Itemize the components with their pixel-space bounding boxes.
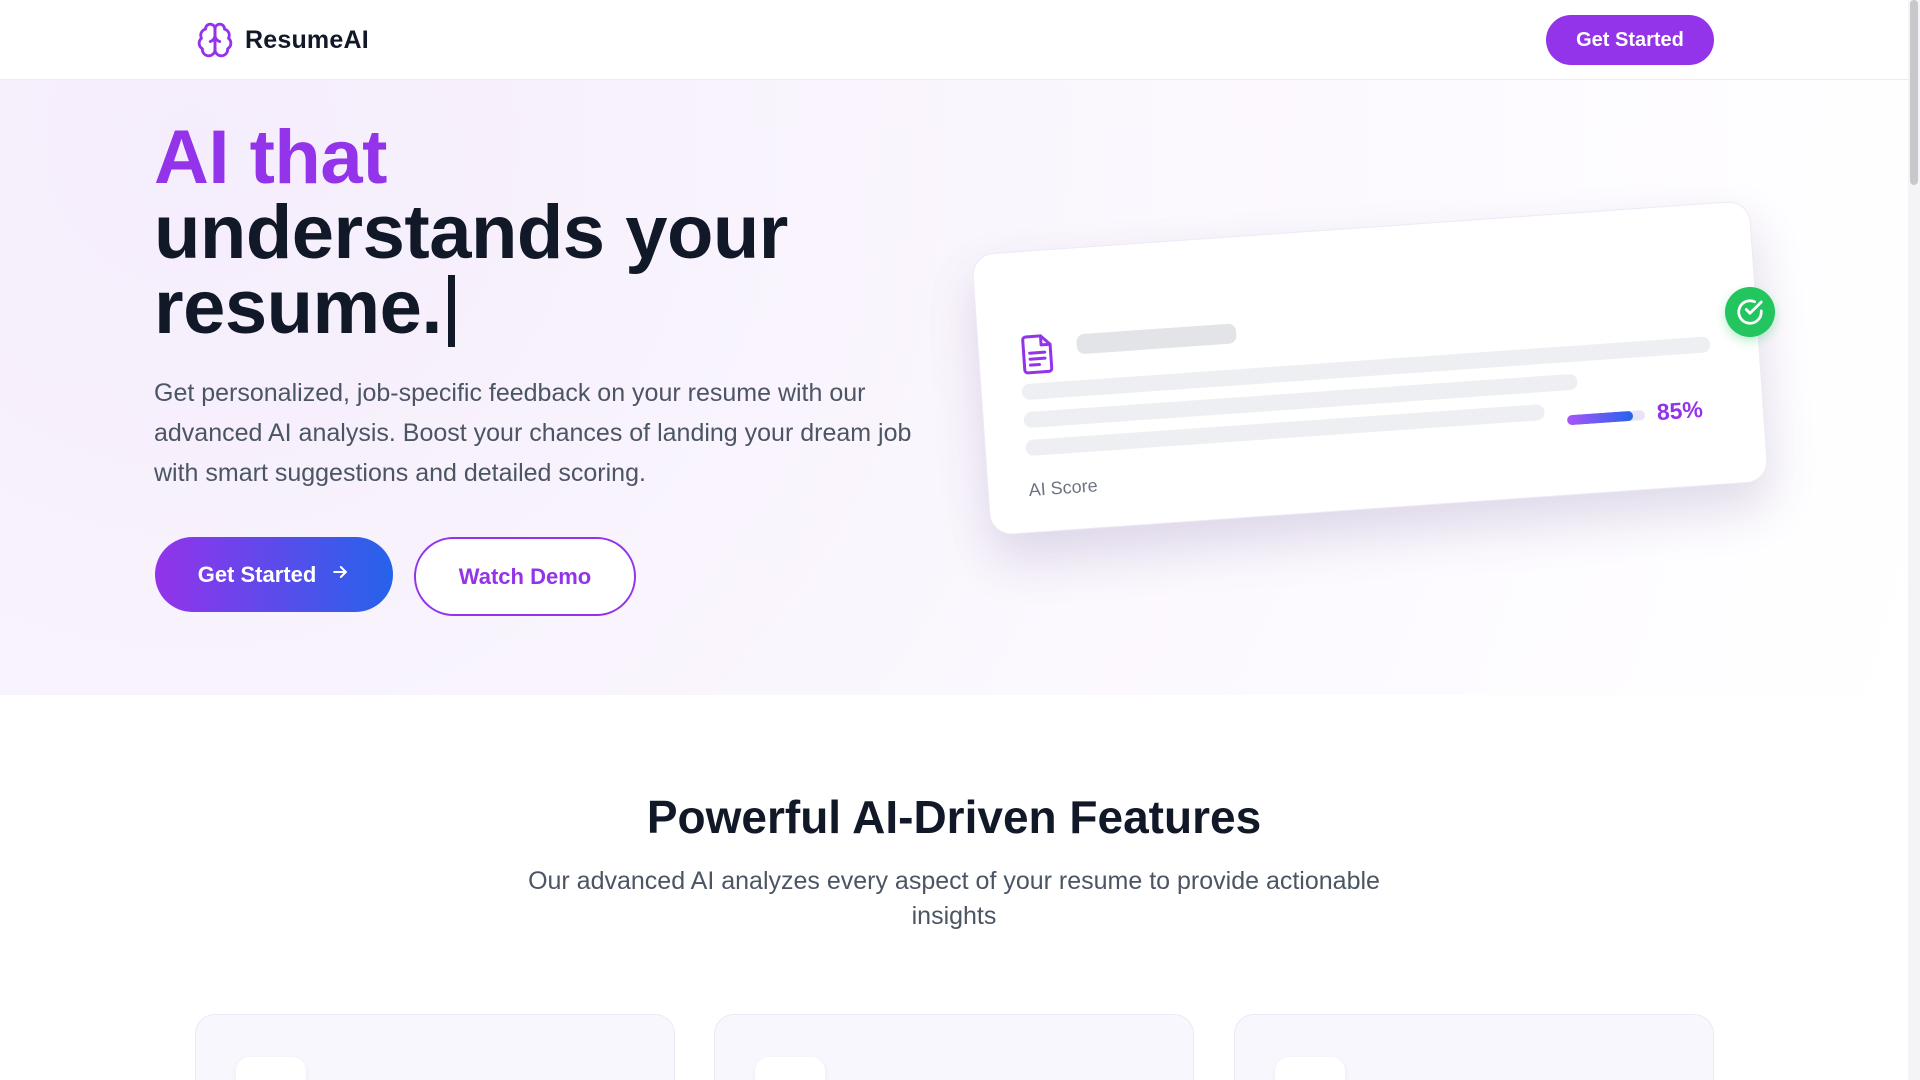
hero-section: AI that understands your resume. Get per…: [0, 80, 1908, 695]
top-nav: ResumeAI Get Started: [0, 0, 1908, 80]
hero-title-line2-text: resume.: [154, 265, 443, 350]
resume-preview-card: 85% AI Score: [971, 200, 1769, 536]
hero-title-line1: understands your: [154, 190, 788, 275]
hero-title: AI that understands your resume.: [154, 120, 788, 347]
arrow-right-icon: [330, 562, 350, 588]
page-scrollbar[interactable]: [1908, 0, 1920, 1080]
typing-cursor: [448, 275, 455, 347]
feature-card: [195, 1014, 675, 1080]
skeleton-title: [1075, 323, 1237, 355]
brand-logo[interactable]: ResumeAI: [195, 20, 369, 60]
hero-title-accent: AI that: [154, 115, 387, 200]
features-title: Powerful AI-Driven Features: [646, 791, 1262, 843]
ai-score-bar: [1566, 409, 1646, 426]
hero-get-started-label: Get Started: [197, 561, 317, 587]
ai-score-bar-fill: [1566, 410, 1634, 426]
ai-score-value: 85%: [1655, 395, 1704, 426]
hero-title-line2: resume.: [154, 270, 788, 347]
brain-icon: [195, 20, 235, 60]
check-circle-icon: [1725, 287, 1775, 337]
scrollbar-thumb[interactable]: [1910, 0, 1918, 185]
feature-icon-tile: [1275, 1057, 1345, 1080]
hero-description: Get personalized, job-specific feedback …: [154, 379, 912, 487]
feature-icon-tile: [236, 1057, 306, 1080]
nav-get-started-button[interactable]: Get Started: [1546, 15, 1714, 65]
features-subtitle: Our advanced AI analyzes every aspect of…: [528, 867, 1380, 930]
hero-get-started-button[interactable]: Get Started: [155, 537, 393, 612]
ai-score-label: AI Score: [1027, 475, 1099, 501]
feature-icon-tile: [755, 1057, 825, 1080]
brand-name: ResumeAI: [245, 25, 369, 54]
feature-card: [714, 1014, 1194, 1080]
document-icon: [1018, 332, 1057, 376]
feature-card: [1234, 1014, 1714, 1080]
watch-demo-button[interactable]: Watch Demo: [414, 537, 636, 616]
